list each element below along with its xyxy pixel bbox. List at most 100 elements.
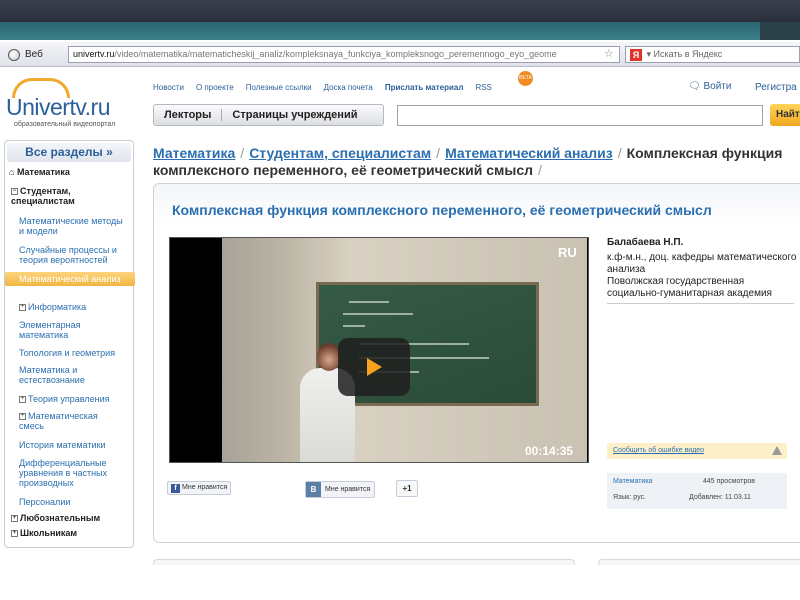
facebook-like-button[interactable]: f Мне нравится	[167, 481, 232, 495]
sidebar-item-topology[interactable]: Топология и геометрия	[19, 348, 144, 358]
author-affiliation[interactable]: Поволжская государственная социально-гум…	[607, 276, 797, 300]
sidebar-group-students-label: Студентам, специалистам	[11, 186, 75, 206]
sidebar-item-personalities[interactable]: Персоналии	[19, 497, 144, 507]
nav-about[interactable]: О проекте	[196, 83, 234, 92]
home-icon: ⌂	[9, 167, 17, 177]
lower-panel-left	[153, 559, 575, 565]
web-tab[interactable]: Веб	[8, 46, 43, 63]
report-error-link[interactable]: Сообщить об ошибке видео	[607, 443, 787, 459]
sidebar-item-elementary[interactable]: Элементарная математика	[19, 320, 119, 340]
expand-icon: +	[19, 396, 26, 404]
play-button[interactable]	[338, 338, 410, 396]
sidebar-item-informatics[interactable]: + Информатика	[19, 302, 144, 312]
sidebar-item-informatics-label: Информатика	[28, 302, 87, 312]
video-title: Комплексная функция комплексного перемен…	[172, 202, 712, 218]
language-badge: RU	[558, 245, 577, 260]
all-sections-button[interactable]: Все разделы »	[7, 143, 131, 162]
vk-icon: B	[306, 482, 321, 497]
breadcrumb-students[interactable]: Студентам, специалистам	[249, 145, 431, 161]
sidebar-category[interactable]: ⌂ Математика	[9, 167, 134, 177]
sidebar-group-schoolkids-label: Школьникам	[20, 528, 78, 538]
sidebar-item-control-theory-label: Теория управления	[28, 394, 110, 404]
sidebar-item-history[interactable]: История математики	[19, 440, 144, 450]
author-name[interactable]: Балабаева Н.П.	[607, 237, 797, 249]
stats-added: Добавлен: 11.03.11	[689, 494, 751, 501]
breadcrumb-math[interactable]: Математика	[153, 145, 235, 161]
directory-tabs: Лекторы Страницы учреждений	[153, 104, 384, 126]
sidebar-group-curious-label: Любознательным	[20, 513, 101, 523]
browser-frame-strip	[0, 22, 800, 40]
play-icon	[367, 358, 382, 376]
url-field[interactable]: univertv.ru/video/matematika/matematiche…	[68, 46, 620, 63]
sidebar-item-pde[interactable]: Дифференциальные уравнения в частных про…	[19, 458, 123, 488]
breadcrumb: Математика / Студентам, специалистам / Матем…	[153, 145, 793, 179]
sidebar-item-methods[interactable]: Математические методы и модели	[19, 216, 127, 236]
google-plus-one-button[interactable]: +1	[396, 480, 418, 497]
facebook-icon: f	[171, 483, 180, 493]
desktop-top-strip	[0, 0, 800, 22]
report-error-label: Сообщить об ошибке видео	[613, 447, 705, 454]
video-duration: 00:14:35	[525, 444, 574, 458]
sidebar: Все разделы » ⌂ Математика − Студентам, с…	[4, 140, 136, 548]
sidebar-item-control-theory[interactable]: + Теория управления	[19, 394, 144, 404]
yandex-icon: Я	[630, 48, 642, 61]
sidebar-item-natural-science[interactable]: Математика и естествознание	[19, 365, 119, 385]
lecturers-button[interactable]: Лекторы	[154, 109, 221, 121]
institutions-button[interactable]: Страницы учреждений	[222, 109, 367, 121]
bookmark-star-icon[interactable]: ☆	[604, 47, 614, 60]
nav-rss[interactable]: RSS	[475, 83, 491, 92]
login-label: Войти	[703, 81, 732, 92]
expand-icon: +	[11, 530, 18, 538]
yandex-search-field[interactable]: Я ▾ Искать в Яндекс	[625, 46, 800, 63]
stats-views: 445 просмотров	[703, 478, 755, 485]
yandex-search-placeholder: Искать в Яндекс	[653, 49, 723, 59]
video-stats: Математика 445 просмотров Язык: рус. Доб…	[607, 473, 787, 509]
nav-submit-material[interactable]: Прислать материал	[385, 83, 464, 92]
expand-icon: +	[19, 304, 26, 312]
logo-tagline: образовательный видеопортал	[14, 121, 116, 128]
url-path: /video/matematika/matematicheskij_analiz…	[114, 49, 557, 59]
breadcrumb-separator: /	[240, 145, 245, 161]
sidebar-item-analysis[interactable]: Математический анализ	[5, 272, 135, 286]
globe-icon	[8, 48, 20, 61]
window-corner	[760, 22, 800, 40]
login-icon: 🗨	[688, 81, 704, 92]
author-position: к.ф-м.н., доц. кафедры математического а…	[607, 252, 797, 275]
author-divider	[607, 303, 794, 304]
author-info: Балабаева Н.П. к.ф-м.н., доц. кафедры ма…	[607, 237, 797, 304]
url-domain: univertv.ru	[73, 49, 115, 59]
sidebar-group-schoolkids[interactable]: + Школьникам	[11, 528, 136, 538]
browser-address-bar: Веб univertv.ru/video/matematika/matemat…	[0, 42, 800, 67]
vk-like-button[interactable]: B Мне нравится	[305, 481, 376, 498]
breadcrumb-separator: /	[538, 162, 542, 178]
vk-like-label: Мне нравится	[325, 486, 371, 493]
register-link[interactable]: Регистра	[755, 82, 797, 93]
warning-icon	[772, 446, 782, 455]
logo-text: Univertv.ru	[6, 94, 111, 120]
sidebar-group-curious[interactable]: + Любознательным	[11, 513, 136, 523]
web-tab-label: Веб	[25, 49, 43, 60]
facebook-like-label: Мне нравится	[182, 484, 228, 491]
nav-links[interactable]: Полезные ссылки	[246, 83, 312, 92]
beta-badge: BETA	[518, 71, 533, 86]
stats-language: Язык: рус.	[613, 494, 646, 501]
sidebar-item-mixture[interactable]: + Математическая смесь	[19, 411, 119, 431]
screen: { "browser": { "tab_label": "Веб", "url_…	[0, 0, 800, 600]
sidebar-category-label: Математика	[16, 167, 70, 177]
sidebar-item-mixture-label: Математическая смесь	[19, 411, 98, 431]
top-nav: Новости О проекте Полезные ссылки Доска …	[153, 83, 492, 92]
login-link[interactable]: 🗨 Войти	[688, 81, 731, 92]
site-search-input[interactable]	[397, 105, 763, 126]
nav-honor-board[interactable]: Доска почета	[324, 83, 373, 92]
nav-news[interactable]: Новости	[153, 83, 184, 92]
expand-icon: +	[19, 413, 26, 421]
sidebar-item-probability[interactable]: Случайные процессы и теория вероятностей	[19, 245, 131, 265]
sidebar-group-students[interactable]: − Студентам, специалистам	[11, 186, 126, 206]
stats-category[interactable]: Математика	[613, 478, 652, 485]
breadcrumb-separator: /	[617, 145, 622, 161]
collapse-icon: −	[11, 188, 18, 196]
find-button[interactable]: Найт	[770, 104, 800, 126]
breadcrumb-separator: /	[436, 145, 441, 161]
breadcrumb-analysis[interactable]: Математический анализ	[445, 145, 613, 161]
video-player[interactable]: RU 00:14:35	[169, 237, 589, 463]
